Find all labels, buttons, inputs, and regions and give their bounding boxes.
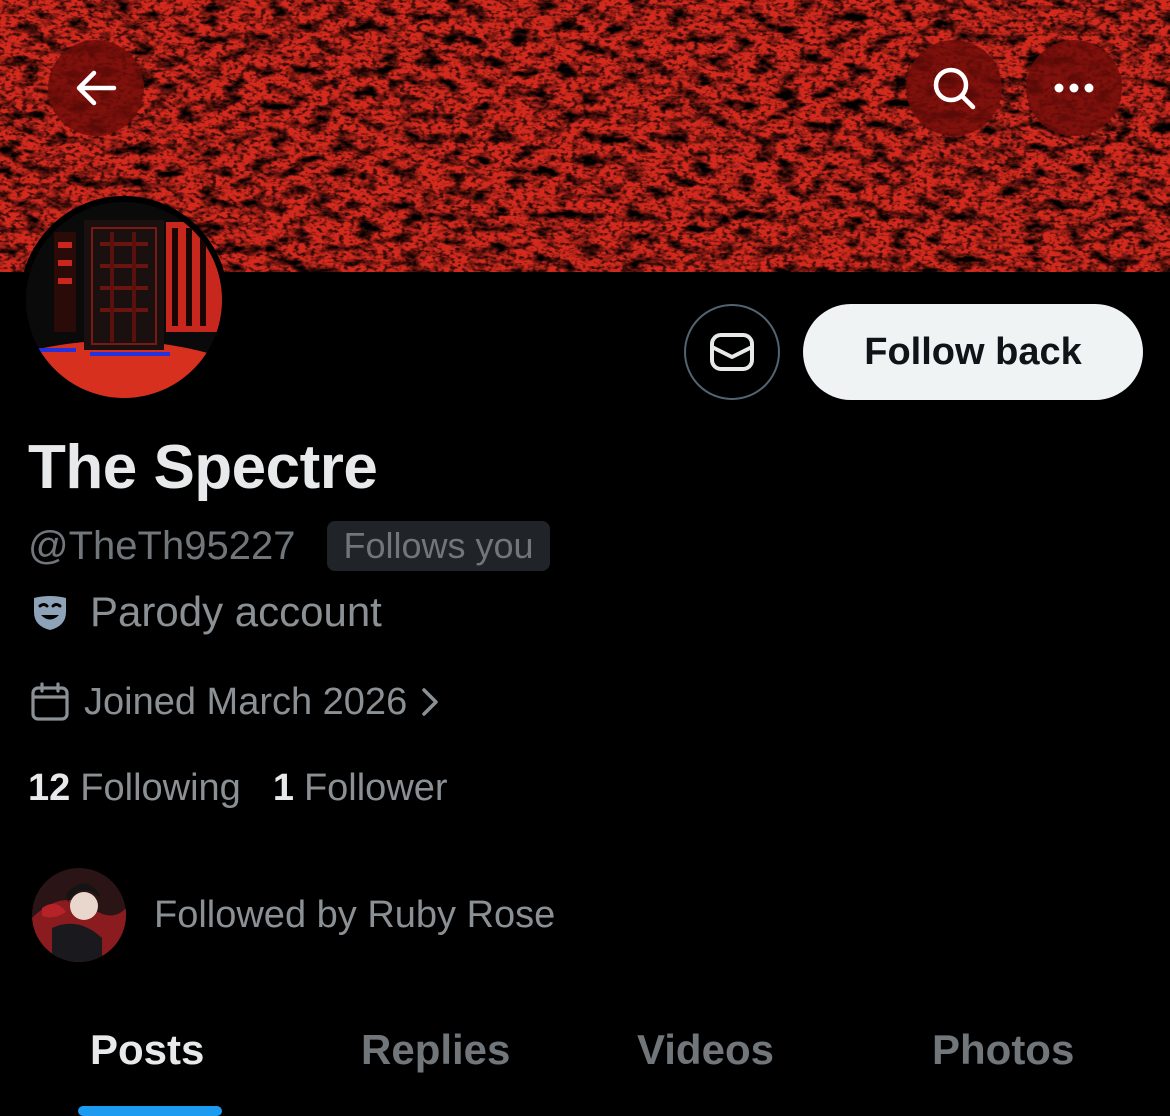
more-horizontal-icon bbox=[1054, 83, 1094, 93]
parody-label-row: Parody account bbox=[30, 584, 382, 640]
search-icon bbox=[933, 67, 976, 110]
tab-videos[interactable]: Videos bbox=[637, 1026, 774, 1074]
follows-you-badge: Follows you bbox=[327, 521, 550, 571]
follower-avatar bbox=[32, 868, 126, 962]
following-link[interactable]: 12 Following bbox=[28, 767, 241, 810]
active-tab-indicator bbox=[78, 1106, 222, 1116]
follow-stats: 12 Following 1 Follower bbox=[28, 762, 448, 814]
envelope-icon bbox=[710, 333, 754, 371]
followers-link[interactable]: 1 Follower bbox=[273, 767, 448, 810]
calendar-icon bbox=[31, 682, 69, 721]
follow-back-button[interactable]: Follow back bbox=[803, 304, 1143, 400]
following-count: 12 bbox=[28, 766, 71, 809]
joined-date: Joined March 2026 bbox=[84, 680, 408, 723]
back-button[interactable] bbox=[48, 40, 144, 136]
chevron-right-icon bbox=[421, 687, 439, 717]
message-button[interactable] bbox=[684, 304, 780, 400]
search-button[interactable] bbox=[906, 40, 1002, 136]
theater-mask-icon bbox=[34, 596, 66, 630]
joined-row[interactable]: Joined March 2026 bbox=[30, 676, 439, 728]
followed-by-row[interactable]: Followed by Ruby Rose bbox=[32, 868, 555, 962]
handle-row: @TheTh95227 Follows you bbox=[28, 520, 550, 572]
profile-handle: @TheTh95227 bbox=[28, 523, 296, 568]
tab-replies[interactable]: Replies bbox=[361, 1026, 510, 1074]
following-label: Following bbox=[80, 766, 241, 809]
followed-by-text: Followed by Ruby Rose bbox=[154, 893, 556, 936]
arrow-left-icon bbox=[76, 70, 117, 106]
followers-count: 1 bbox=[272, 766, 294, 809]
profile-avatar[interactable] bbox=[20, 196, 228, 404]
more-button[interactable] bbox=[1026, 40, 1122, 136]
followers-label: Follower bbox=[303, 766, 448, 809]
profile-tabs: Posts Replies Videos Photos bbox=[0, 1000, 1170, 1116]
parody-label: Parody account bbox=[90, 588, 382, 635]
tab-posts[interactable]: Posts bbox=[90, 1026, 204, 1074]
tab-photos[interactable]: Photos bbox=[932, 1026, 1074, 1074]
profile-name: The Spectre bbox=[28, 433, 378, 502]
